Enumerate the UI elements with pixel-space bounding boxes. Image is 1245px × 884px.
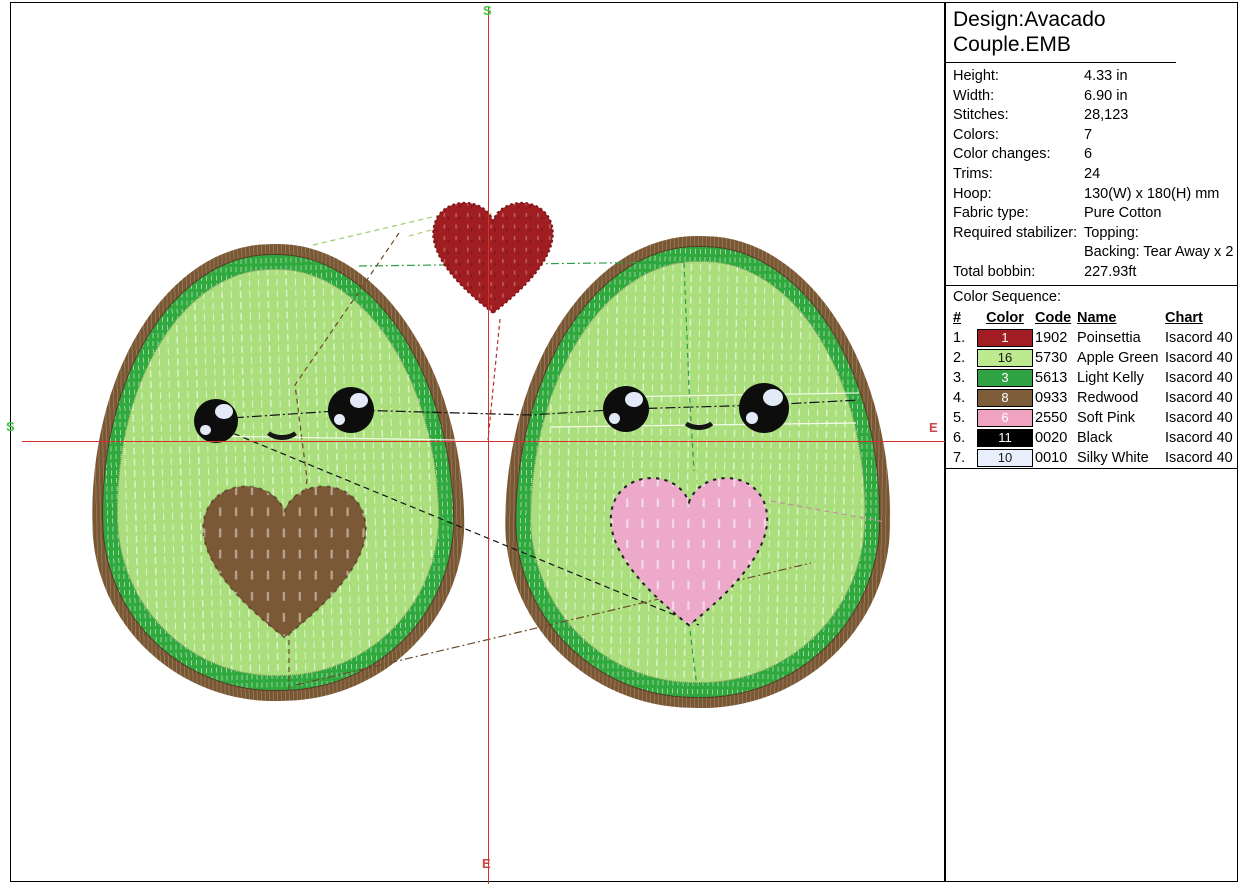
avocado-right-smile xyxy=(681,405,717,430)
color-swatch: 3 xyxy=(977,369,1033,387)
color-swatch: 10 xyxy=(977,449,1033,467)
color-swatch: 11 xyxy=(977,429,1033,447)
color-sequence-row: 7. 10 0010 Silky White Isacord 40 xyxy=(946,448,1237,468)
start-marker-top: S xyxy=(483,4,492,17)
start-marker-left: S xyxy=(6,420,15,433)
property-colors: Colors: 7 xyxy=(953,126,1237,146)
header-num: # xyxy=(953,310,975,326)
end-marker-bottom: E xyxy=(482,857,491,870)
travel-stitch-yellow xyxy=(409,212,498,236)
avocado-left-eye-left xyxy=(194,399,238,443)
color-swatch: 1 xyxy=(977,329,1033,347)
avocado-right xyxy=(502,233,895,712)
property-fabric-type: Fabric type: Pure Cotton xyxy=(953,204,1237,224)
design-properties: Height: 4.33 in Width: 6.90 in Stitches:… xyxy=(946,63,1237,285)
property-stitches: Stitches: 28,123 xyxy=(953,106,1237,126)
header-code: Code xyxy=(1035,310,1075,326)
table-bottom-border xyxy=(946,468,1237,469)
color-sequence-row: 2. 16 5730 Apple Green Isacord 40 xyxy=(946,348,1237,368)
color-sequence-row: 6. 11 0020 Black Isacord 40 xyxy=(946,428,1237,448)
color-swatch: 16 xyxy=(977,349,1033,367)
property-total-bobbin: Total bobbin: 227.93ft xyxy=(953,263,1237,283)
avocado-left-smile xyxy=(263,413,301,440)
color-sequence-header: # Color Code Name Chart xyxy=(946,308,1237,328)
property-width: Width: 6.90 in xyxy=(953,87,1237,107)
end-marker-right: E xyxy=(929,421,938,434)
design-canvas[interactable]: S S E E xyxy=(10,2,945,882)
embroidery-preview-window: S S E E Design:Avacado Couple.EMB Height… xyxy=(0,0,1245,884)
color-sequence-row: 5. 6 2550 Soft Pink Isacord 40 xyxy=(946,408,1237,428)
avocado-left-eye-right xyxy=(328,387,374,433)
avocado-right-eye-left xyxy=(603,386,649,432)
color-sequence-row: 1. 1 1902 Poinsettia Isacord 40 xyxy=(946,328,1237,348)
property-height: Height: 4.33 in xyxy=(953,67,1237,87)
property-color-changes: Color changes: 6 xyxy=(953,145,1237,165)
color-swatch: 8 xyxy=(977,389,1033,407)
crosshair-vertical xyxy=(488,6,489,884)
travel-stitch-red xyxy=(488,319,500,440)
color-sequence-row: 4. 8 0933 Redwood Isacord 40 xyxy=(946,388,1237,408)
header-color: Color xyxy=(977,310,1033,326)
property-trims: Trims: 24 xyxy=(953,165,1237,185)
design-title: Design:Avacado Couple.EMB xyxy=(946,3,1176,63)
header-chart: Chart xyxy=(1165,310,1237,326)
header-name: Name xyxy=(1077,310,1163,326)
crosshair-horizontal xyxy=(22,441,955,442)
avocado-left xyxy=(85,239,469,706)
avocado-right-eye-right xyxy=(739,383,789,433)
color-sequence-label: Color Sequence: xyxy=(946,286,1237,308)
property-hoop: Hoop: 130(W) x 180(H) mm xyxy=(953,185,1237,205)
property-required-stabilizer: Required stabilizer: Topping:Backing: Te… xyxy=(953,224,1237,263)
design-info-panel: Design:Avacado Couple.EMB Height: 4.33 i… xyxy=(945,2,1238,882)
color-swatch: 6 xyxy=(977,409,1033,427)
color-sequence-row: 3. 3 5613 Light Kelly Isacord 40 xyxy=(946,368,1237,388)
